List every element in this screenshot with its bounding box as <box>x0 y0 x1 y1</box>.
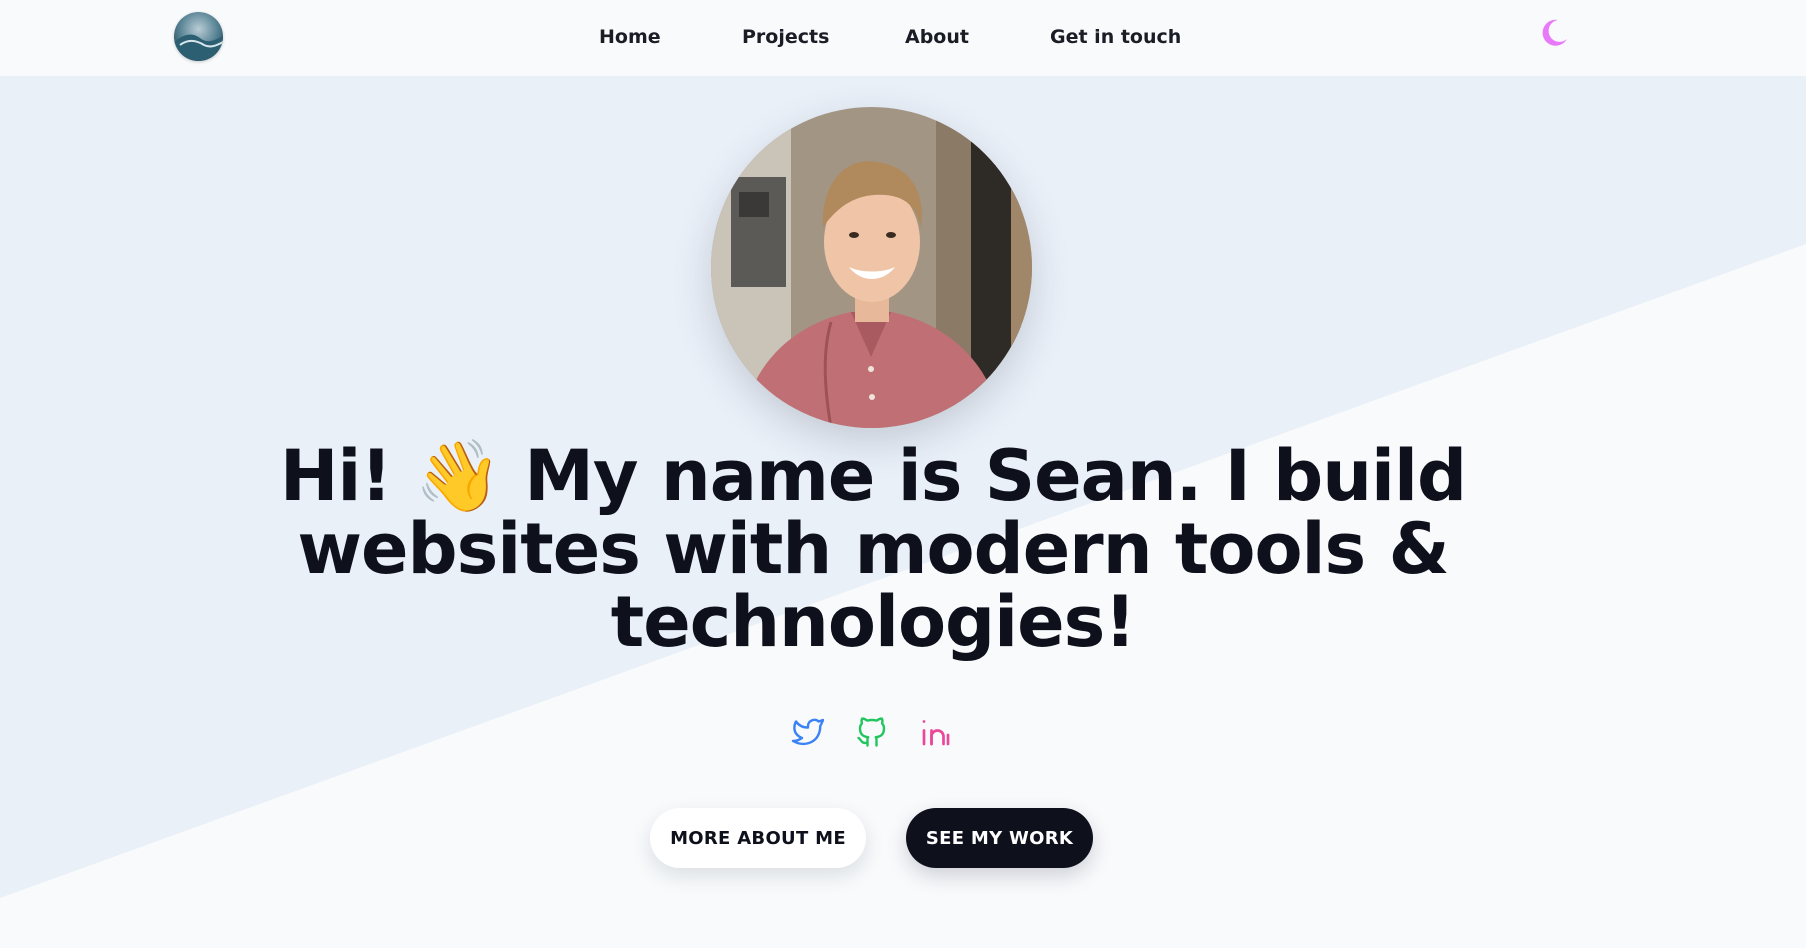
social-links <box>0 714 1806 750</box>
nav-home-link[interactable]: Home <box>599 26 661 48</box>
moon-icon <box>1542 19 1567 46</box>
twitter-link[interactable] <box>790 714 826 750</box>
theme-toggle-button[interactable] <box>1536 16 1570 50</box>
profile-photo <box>711 107 1032 428</box>
linkedin-link[interactable] <box>918 714 954 750</box>
see-my-work-button[interactable]: SEE MY WORK <box>906 808 1093 868</box>
profile-photo-icon <box>711 107 1032 428</box>
github-link[interactable] <box>854 714 890 750</box>
site-header: Home Projects About Get in touch <box>0 0 1806 76</box>
nav-contact-link[interactable]: Get in touch <box>1050 26 1181 48</box>
github-icon <box>857 717 886 747</box>
hero-headline: Hi! 👋 My name is Sean. I build websites … <box>279 435 1467 663</box>
nav-projects-link[interactable]: Projects <box>742 26 829 48</box>
twitter-icon <box>791 718 825 746</box>
nav-about-link[interactable]: About <box>905 26 969 48</box>
linkedin-icon <box>922 720 950 746</box>
more-about-me-button[interactable]: MORE ABOUT ME <box>650 808 866 868</box>
